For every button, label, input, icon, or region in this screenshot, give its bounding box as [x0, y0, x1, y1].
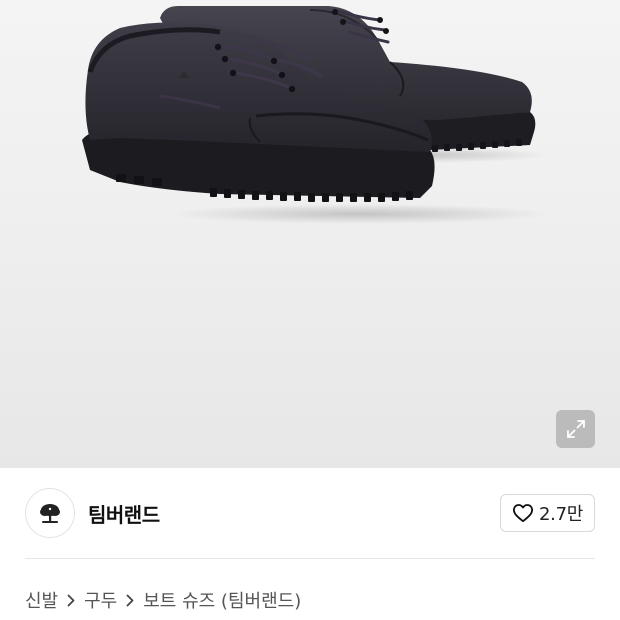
like-count: 2.7만: [539, 504, 583, 525]
brand-logo[interactable]: [25, 488, 75, 538]
chevron-right-icon: [67, 594, 75, 607]
breadcrumb-item-boat-shoes[interactable]: 보트 슈즈 (팀버랜드): [143, 587, 301, 613]
brand-name[interactable]: 팀버랜드: [88, 499, 160, 528]
breadcrumb-item-shoes[interactable]: 신발: [25, 587, 58, 613]
divider: [25, 558, 595, 559]
brand-row: 팀버랜드 2.7만: [0, 468, 620, 558]
chevron-right-icon: [126, 594, 134, 607]
timberland-tree-icon: [40, 504, 60, 523]
expand-image-button[interactable]: [556, 410, 595, 448]
breadcrumb-item-dress-shoes[interactable]: 구두: [84, 587, 117, 613]
product-image[interactable]: [60, 0, 560, 230]
product-image-area[interactable]: [0, 0, 620, 468]
heart-outline-icon: [513, 504, 533, 523]
expand-icon: [566, 420, 585, 438]
like-button[interactable]: 2.7만: [500, 494, 595, 532]
breadcrumb: 신발 구두 보트 슈즈 (팀버랜드): [25, 580, 301, 620]
